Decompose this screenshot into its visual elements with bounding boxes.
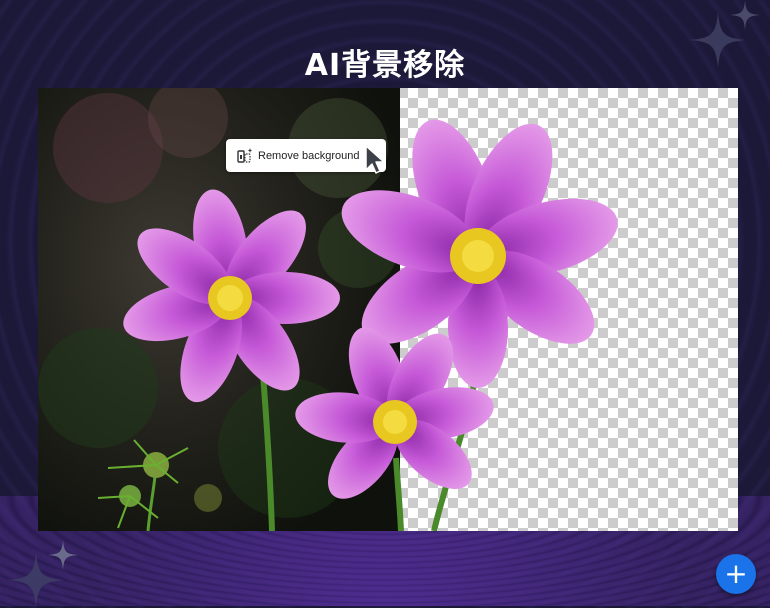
remove-background-tooltip[interactable]: Remove background [226, 139, 386, 172]
add-button[interactable]: + [716, 554, 756, 594]
sparkle-icon-bottom-small [48, 540, 78, 570]
arrow-cursor-icon [365, 145, 385, 174]
page-title: AI背景移除 [304, 48, 466, 83]
plus-icon: + [724, 557, 748, 590]
sparkle-icon-top-small [730, 0, 760, 30]
background-removal-demo-image [38, 88, 738, 531]
remove-background-label: Remove background [258, 149, 360, 162]
remove-background-icon [237, 147, 253, 163]
